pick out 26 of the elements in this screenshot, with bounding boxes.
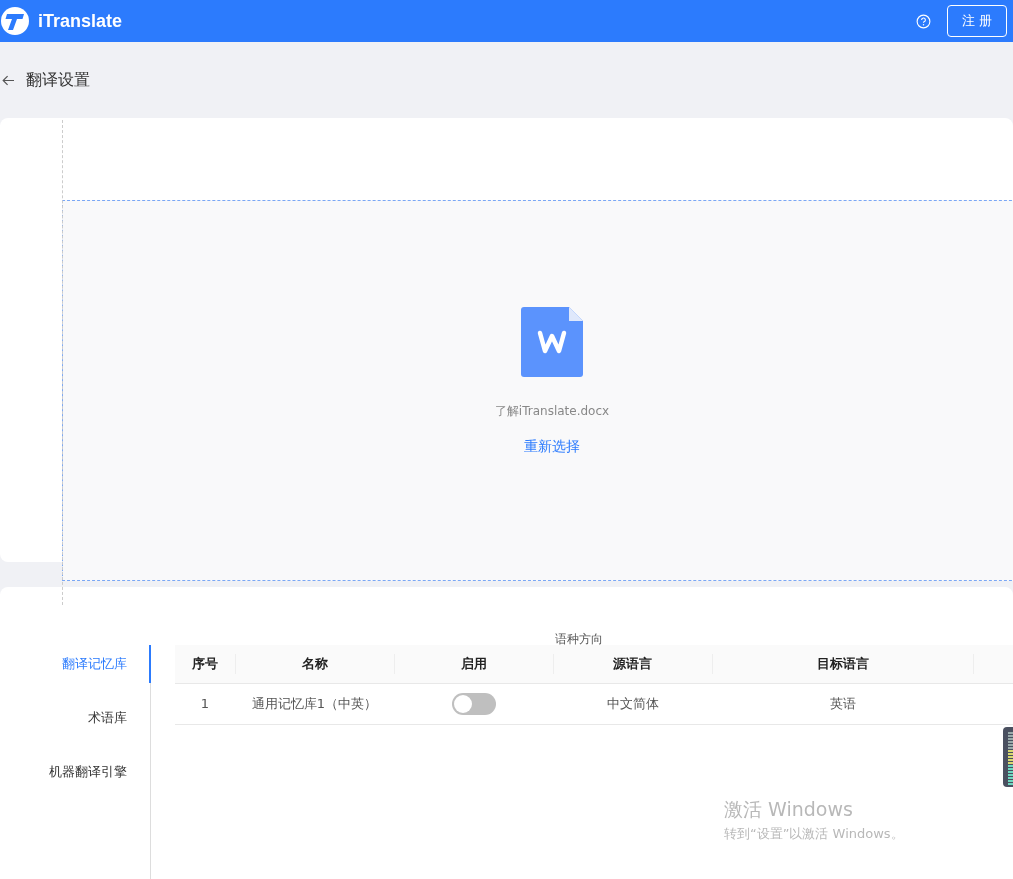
file-name: 了解iTranslate.docx (494, 403, 610, 420)
register-button[interactable]: 注 册 (946, 5, 1007, 37)
table-cell-text: 中文简体 (605, 695, 660, 713)
column-header: 目标语言 (712, 645, 973, 683)
column-header: 源语言 (553, 645, 712, 683)
table-cell-text: 通用记忆库1（中英） (250, 695, 379, 713)
column-header: 启用 (394, 645, 553, 683)
file-drop-area[interactable]: 了解iTranslate.docx 重新选择 (62, 200, 1013, 581)
table-cell-text: 英语 (828, 695, 857, 713)
page-title: 翻译设置 (26, 69, 90, 91)
toggle-switch[interactable] (451, 693, 496, 715)
settings-tab[interactable]: 机器翻译引擎 (49, 753, 151, 791)
column-group-label: 语种方向 (555, 631, 603, 648)
word-document-icon (521, 307, 583, 377)
table-cell-text: 1 (199, 695, 211, 713)
app-name: iTranslate (38, 10, 123, 32)
settings-tab[interactable]: 翻译记忆库 (62, 645, 151, 683)
reselect-link[interactable]: 重新选择 (524, 438, 580, 456)
activation-title: 激活 Windows (724, 797, 854, 822)
activation-text: 转到“设置”以激活 Windows。 (724, 825, 904, 843)
column-header: 名称 (235, 645, 394, 683)
back-icon[interactable] (2, 74, 15, 86)
help-icon[interactable] (915, 13, 931, 29)
level-meter-drawing (1003, 727, 1013, 787)
column-header: 序号 (191, 655, 219, 673)
settings-tab[interactable]: 术语库 (88, 699, 151, 737)
